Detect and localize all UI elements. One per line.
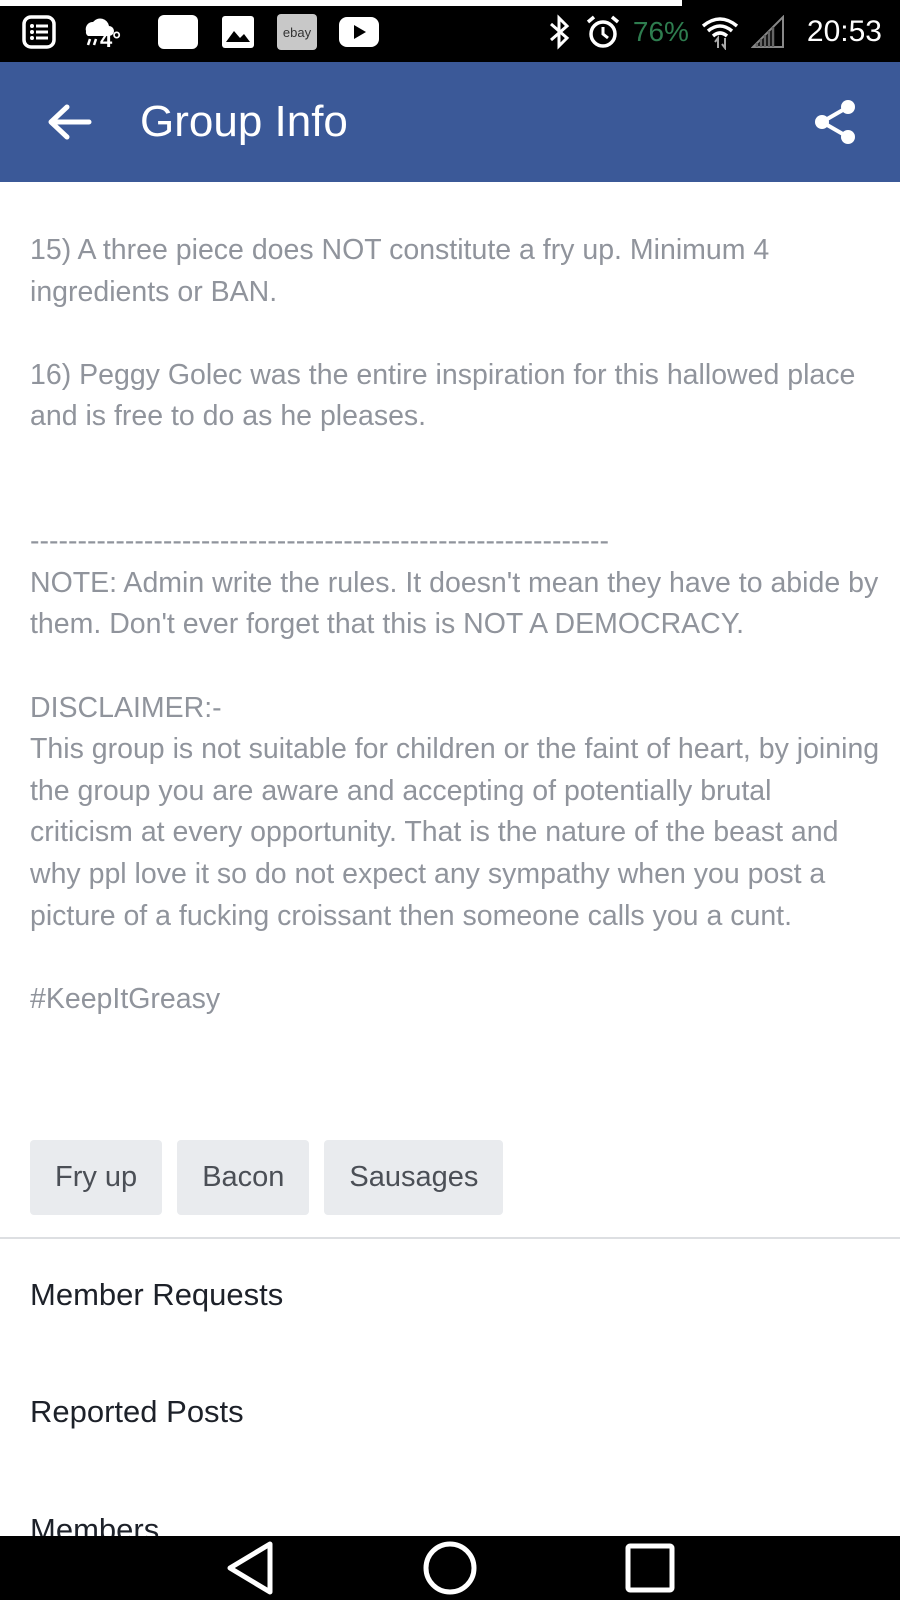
app-notification-icon [157,14,199,50]
member-requests-item[interactable]: Member Requests [30,1277,283,1313]
page-title: Group Info [140,97,348,146]
group-info-content[interactable]: 15) A three piece does NOT constitute a … [0,182,900,1536]
image-notification-icon [221,15,255,49]
list-notification-icon [22,15,56,49]
share-icon [815,100,855,144]
navigation-bar [0,1536,900,1600]
wifi-icon [701,14,739,50]
group-description: 15) A three piece does NOT constitute a … [30,234,880,1015]
bluetooth-icon [547,14,573,50]
tag-sausages[interactable]: Sausages [324,1140,504,1215]
back-button[interactable] [34,87,104,157]
tag-bacon[interactable]: Bacon [177,1140,310,1215]
weather-icon: 4° [78,15,135,52]
status-bar: 4° ebay 76% 20:53 [0,0,900,62]
tag-fry-up[interactable]: Fry up [30,1140,163,1215]
battery-percent: 76% [632,16,689,47]
square-recents-icon [625,1543,675,1593]
nav-recents-button[interactable] [615,1538,685,1598]
section-divider [0,1237,900,1239]
status-progress-line [0,0,682,6]
triangle-back-icon [227,1541,273,1595]
signal-icon [750,15,785,49]
alarm-clock-icon [585,14,621,50]
ebay-notification-icon: ebay [277,14,318,50]
app-bar: Group Info [0,62,900,182]
youtube-notification-icon [339,17,380,47]
tag-list: Fry up Bacon Sausages [30,1140,504,1215]
circle-home-icon [423,1541,477,1595]
system-icons: 76% 20:53 [547,8,882,56]
ebay-label: ebay [283,25,312,40]
temperature-text: 4° [100,27,122,52]
nav-home-button[interactable] [415,1538,485,1598]
reported-posts-item[interactable]: Reported Posts [30,1394,244,1430]
clock-time: 20:53 [806,15,882,48]
members-item[interactable]: Members [30,1512,159,1536]
notification-icons: 4° ebay [22,10,380,54]
arrow-left-icon [48,104,92,140]
share-button[interactable] [800,87,870,157]
nav-back-button[interactable] [215,1538,285,1598]
